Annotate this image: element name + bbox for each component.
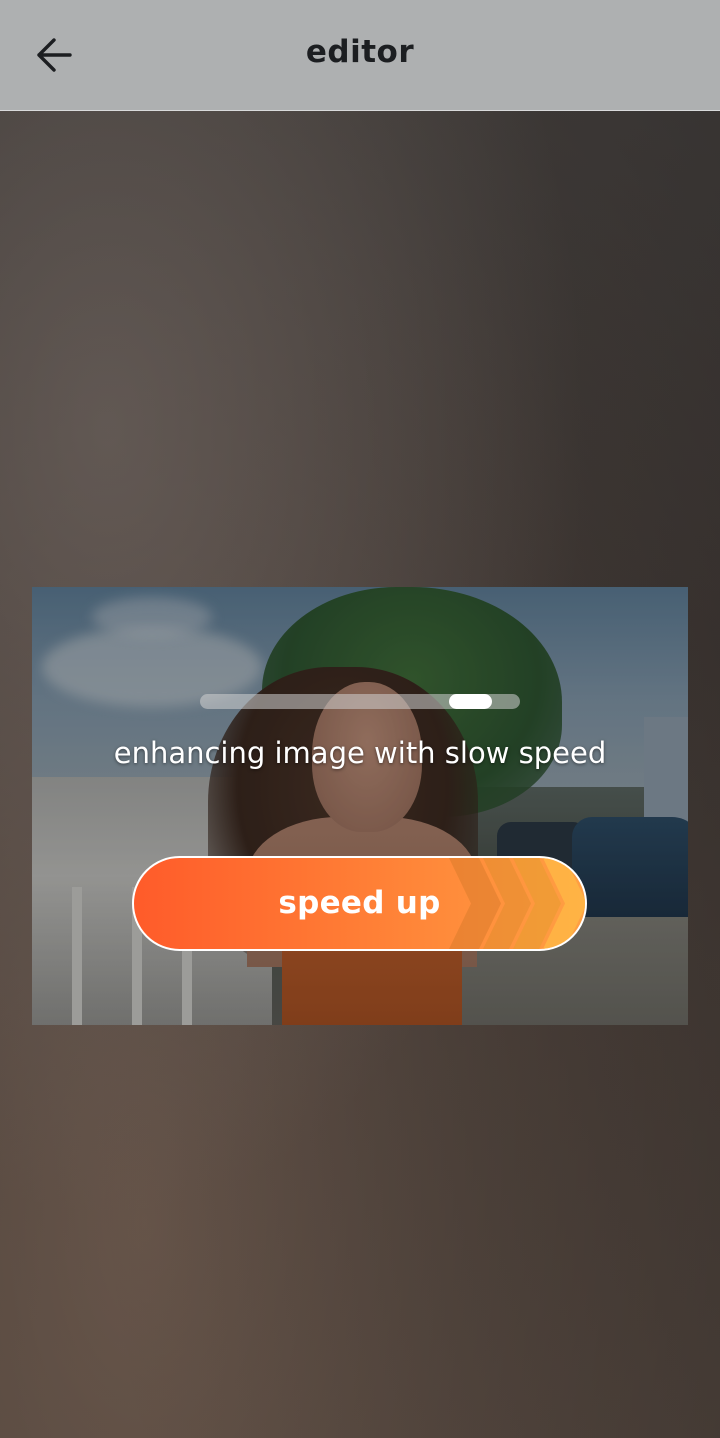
app-header: editor	[0, 0, 720, 111]
speed-up-label: speed up	[278, 885, 441, 921]
enhance-status-text: enhancing image with slow speed	[113, 736, 607, 770]
enhance-progress-bar	[200, 694, 520, 709]
progress-indicator	[449, 694, 492, 709]
speed-up-button[interactable]: speed up	[132, 856, 587, 951]
page-title: editor	[305, 34, 415, 70]
image-preview	[32, 587, 688, 1025]
